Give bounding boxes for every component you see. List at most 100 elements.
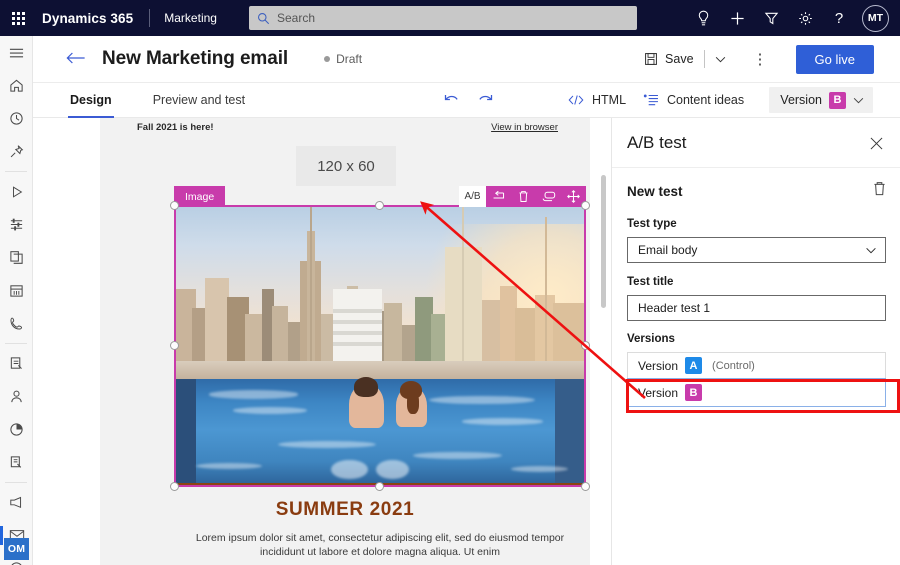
command-bar: New Marketing email Draft Save ⋮ Go live xyxy=(33,36,900,83)
image-block-photo xyxy=(176,207,584,485)
content-ideas-label: Content ideas xyxy=(667,93,745,107)
email-heading[interactable]: SUMMER 2021 xyxy=(100,499,590,521)
save-split-divider xyxy=(703,50,705,68)
sidebar-item-templates[interactable] xyxy=(0,446,33,479)
sidebar-item-forms[interactable] xyxy=(0,347,33,380)
back-arrow-icon[interactable] xyxy=(66,49,86,69)
resize-handle-bottom-left[interactable] xyxy=(170,482,179,491)
command-bar-actions: Save ⋮ Go live xyxy=(644,44,900,74)
undo-icon[interactable] xyxy=(443,93,460,108)
panel-header: A/B test xyxy=(612,118,900,168)
sidebar-item-recent[interactable] xyxy=(0,102,33,135)
save-options-chevron-down-icon[interactable] xyxy=(711,56,731,63)
test-type-value: Email body xyxy=(638,243,698,257)
sidebar-item-events[interactable] xyxy=(0,274,33,307)
rail-divider-1 xyxy=(5,171,27,172)
filter-icon[interactable] xyxy=(754,0,788,36)
resize-handle-bottom-right[interactable] xyxy=(581,482,590,491)
resize-handle-middle-left[interactable] xyxy=(170,341,179,350)
email-preview-sheet: Fall 2021 is here! View in browser 120 x… xyxy=(100,118,590,565)
help-icon[interactable]: ? xyxy=(822,0,856,36)
org-badge[interactable]: OM xyxy=(4,538,29,560)
resize-handle-top-right[interactable] xyxy=(581,201,590,210)
sidebar-item-phone[interactable] xyxy=(0,307,33,340)
view-in-browser-link[interactable]: View in browser xyxy=(491,122,558,133)
app-launcher-icon[interactable] xyxy=(0,0,36,36)
tab-design[interactable]: Design xyxy=(68,83,114,118)
undo-block-icon[interactable] xyxy=(486,186,511,207)
email-designer-canvas: Fall 2021 is here! View in browser 120 x… xyxy=(33,118,610,565)
sidebar-item-pages[interactable] xyxy=(0,241,33,274)
sidebar-item-segments[interactable] xyxy=(0,208,33,241)
top-icon-group: ? MT xyxy=(686,0,892,36)
sidebar-item-contacts[interactable] xyxy=(0,380,33,413)
plus-icon[interactable] xyxy=(720,0,754,36)
hamburger-icon[interactable] xyxy=(0,36,33,69)
test-type-label: Test type xyxy=(627,218,677,230)
sidebar-item-journeys[interactable] xyxy=(0,175,33,208)
save-label: Save xyxy=(665,52,694,66)
resize-handle-bottom-center[interactable] xyxy=(375,482,384,491)
new-test-row: New test xyxy=(627,181,886,201)
email-body-text[interactable]: Lorem ipsum dolor sit amet, consectetur … xyxy=(174,531,586,559)
duplicate-block-icon[interactable] xyxy=(536,186,561,207)
resize-handle-middle-right[interactable] xyxy=(581,341,590,350)
html-button[interactable]: HTML xyxy=(568,93,626,107)
redo-icon[interactable] xyxy=(477,93,494,108)
content-ideas-button[interactable]: Content ideas xyxy=(643,93,744,107)
status-dot-icon xyxy=(324,56,331,62)
version-row-b[interactable]: Version B xyxy=(627,378,886,407)
html-label: HTML xyxy=(592,93,627,107)
versions-label: Versions xyxy=(627,333,675,345)
panel-title: A/B test xyxy=(627,132,687,152)
save-icon xyxy=(645,53,657,65)
gear-icon[interactable] xyxy=(788,0,822,36)
logo-placeholder[interactable]: 120 x 60 xyxy=(296,146,396,186)
designer-toolbar: Design Preview and test HTML Content ide… xyxy=(33,83,900,118)
image-block-label: Image xyxy=(174,186,226,207)
brand-divider xyxy=(149,9,151,27)
save-button[interactable]: Save xyxy=(644,52,694,66)
sidebar-item-campaigns[interactable] xyxy=(0,486,33,519)
delete-block-icon[interactable] xyxy=(511,186,536,207)
app-root: Dynamics 365 Marketing Search ? MT OM Ne… xyxy=(0,0,900,565)
canvas-scrollbar[interactable] xyxy=(601,175,606,308)
new-test-label: New test xyxy=(627,183,683,199)
rail-divider-2 xyxy=(5,343,27,344)
version-badge-a: A xyxy=(685,357,703,374)
version-a-note: (Control) xyxy=(712,359,755,372)
sidebar-item-analytics[interactable] xyxy=(0,413,33,446)
search-placeholder: Search xyxy=(277,11,316,25)
version-row-a[interactable]: Version A (Control) xyxy=(627,352,886,379)
tab-preview-and-test[interactable]: Preview and test xyxy=(151,83,247,118)
test-title-input[interactable]: Header test 1 xyxy=(627,295,886,321)
ab-test-button[interactable]: A/B xyxy=(459,186,486,207)
version-badge-b: B xyxy=(829,91,846,109)
version-a-label: Version xyxy=(638,358,679,373)
go-live-button[interactable]: Go live xyxy=(795,44,874,74)
lightbulb-icon[interactable] xyxy=(686,0,720,36)
sidebar-item-home[interactable] xyxy=(0,69,33,102)
version-selector-button[interactable]: Version B xyxy=(769,87,873,113)
version-label: Version xyxy=(780,93,822,107)
preheader-text: Fall 2021 is here! xyxy=(137,122,214,133)
image-block-toolbar: A/B xyxy=(459,186,586,207)
version-badge-b-row: B xyxy=(685,384,703,401)
content-ideas-icon xyxy=(643,94,658,105)
resize-handle-top-center[interactable] xyxy=(375,201,384,210)
page-title: New Marketing email xyxy=(102,48,289,69)
top-navigation-bar: Dynamics 365 Marketing Search ? MT xyxy=(0,0,900,36)
test-type-select[interactable]: Email body xyxy=(627,237,886,263)
sidebar-item-pinned[interactable] xyxy=(0,135,33,168)
resize-handle-top-left[interactable] xyxy=(170,201,179,210)
avatar[interactable]: MT xyxy=(862,4,889,32)
close-icon[interactable] xyxy=(866,133,886,153)
more-commands-icon[interactable]: ⋮ xyxy=(748,46,774,72)
image-block-selected[interactable]: Image A/B xyxy=(170,186,590,491)
delete-test-icon[interactable] xyxy=(873,181,886,201)
status-text: Draft xyxy=(336,52,363,66)
ab-test-panel: A/B test New test Test type Email body T… xyxy=(611,118,900,565)
brand-title: Dynamics 365 xyxy=(42,10,134,26)
search-input[interactable]: Search xyxy=(249,6,637,30)
test-title-label: Test title xyxy=(627,276,674,288)
